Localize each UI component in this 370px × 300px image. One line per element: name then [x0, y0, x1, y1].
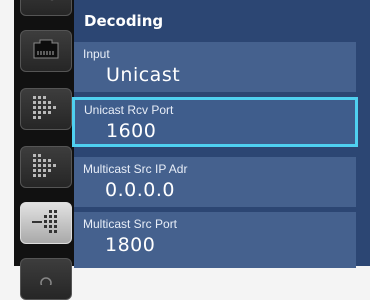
sidebar-item-decoding-active[interactable]: [20, 202, 72, 244]
multicast-src-ip-field[interactable]: Multicast Src IP Adr 0.0.0.0: [74, 157, 356, 207]
sidebar-item-decode[interactable]: [20, 88, 72, 130]
sidebar: [14, 0, 74, 300]
input-label: Input: [83, 47, 110, 61]
sidebar-item-encode[interactable]: [20, 146, 72, 188]
unicast-rcv-port-label: Unicast Rcv Port: [84, 103, 174, 117]
panel-title: Decoding: [84, 12, 164, 30]
unicast-rcv-port-value: 1600: [106, 120, 157, 142]
decode-arrow-icon: [31, 207, 61, 239]
settings-icon: [34, 270, 58, 289]
input-value: Unicast: [106, 64, 181, 86]
unicast-rcv-port-field[interactable]: Unicast Rcv Port 1600: [72, 97, 358, 147]
input-field[interactable]: Input Unicast: [74, 42, 356, 92]
decode-grid-icon: [31, 93, 61, 125]
sidebar-item-settings[interactable]: [20, 258, 72, 300]
multicast-src-port-label: Multicast Src Port: [83, 217, 178, 231]
decoding-panel: Decoding Input Unicast Unicast Rcv Port …: [72, 0, 370, 268]
sidebar-item-key[interactable]: [20, 0, 72, 16]
key-icon: [35, 0, 57, 7]
sidebar-item-network[interactable]: [20, 30, 72, 72]
multicast-src-ip-label: Multicast Src IP Adr: [83, 162, 188, 176]
ethernet-port-icon: [31, 37, 61, 65]
multicast-src-port-value: 1800: [105, 234, 156, 256]
multicast-src-port-field[interactable]: Multicast Src Port 1800: [74, 212, 356, 268]
encode-grid-icon: [31, 151, 61, 183]
multicast-src-ip-value: 0.0.0.0: [105, 179, 175, 201]
